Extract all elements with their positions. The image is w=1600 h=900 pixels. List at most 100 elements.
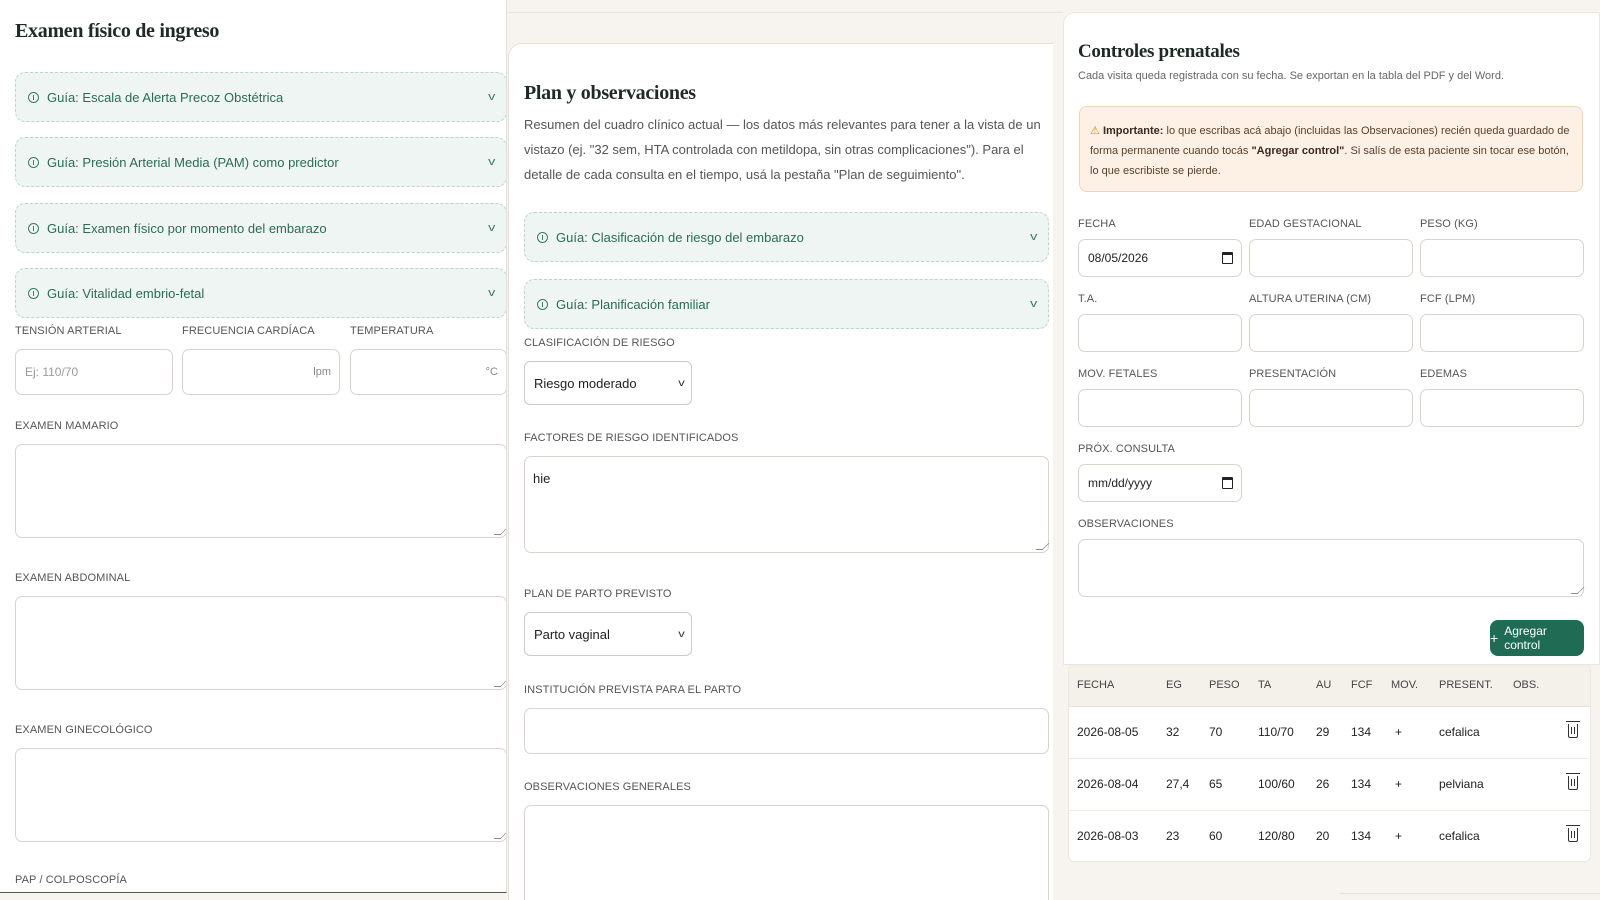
cell-eg: 27,4 xyxy=(1166,777,1190,791)
institucion-input[interactable] xyxy=(524,708,1049,754)
th-ta: TA xyxy=(1258,679,1272,691)
ta-label: T.A. xyxy=(1078,293,1098,305)
edad-gestacional-input[interactable] xyxy=(1249,239,1413,277)
table-row: 2026-08-03 23 60 120/80 20 134 + cefalic… xyxy=(1069,811,1590,861)
fecha-value: 08/05/2026 xyxy=(1088,251,1149,265)
prox-consulta-value: mm/dd/yyyy xyxy=(1088,476,1153,490)
trash-icon[interactable] xyxy=(1566,773,1580,790)
trash-icon[interactable] xyxy=(1566,721,1580,738)
observaciones-generales-textarea[interactable] xyxy=(524,805,1049,900)
info-icon xyxy=(537,231,548,243)
guide-escala-alerta[interactable]: Guía: Escala de Alerta Precoz Obstétrica… xyxy=(15,72,506,122)
cell-fecha: 2026-08-05 xyxy=(1077,725,1139,739)
ta-input[interactable] xyxy=(1078,314,1242,352)
cell-peso: 65 xyxy=(1209,777,1223,791)
cell-fecha: 2026-08-04 xyxy=(1077,777,1139,791)
temperatura-input[interactable]: °C xyxy=(350,349,506,395)
cell-peso: 60 xyxy=(1209,829,1223,843)
guide-label: Guía: Clasificación de riesgo del embara… xyxy=(556,229,804,245)
lpm-unit: lpm xyxy=(313,366,331,378)
cell-present: cefalica xyxy=(1439,725,1480,739)
guide-label: Guía: Vitalidad embrio-fetal xyxy=(47,285,205,301)
edemas-label: EDEMAS xyxy=(1420,368,1468,380)
mov-fetales-input[interactable] xyxy=(1078,389,1242,427)
controles-title: Controles prenatales xyxy=(1078,41,1240,62)
guide-pam-predictor[interactable]: Guía: Presión Arterial Media (PAM) como … xyxy=(15,137,506,187)
temperatura-label: TEMPERATURA xyxy=(350,325,434,337)
observaciones-textarea[interactable] xyxy=(1078,539,1584,597)
plus-icon: + xyxy=(1490,630,1499,646)
pap-label: PAP / COLPOSCOPÍA xyxy=(15,874,127,886)
factores-label: FACTORES DE RIESGO IDENTIFICADOS xyxy=(524,432,739,444)
tension-input[interactable]: Ej: 110/70 xyxy=(15,349,173,395)
th-obs: OBS. xyxy=(1513,679,1540,691)
tension-label: TENSIÓN ARTERIAL xyxy=(15,325,122,337)
guide-label: Guía: Examen físico por momento del emba… xyxy=(47,220,327,236)
peso-input[interactable] xyxy=(1420,239,1584,277)
info-icon xyxy=(28,222,39,234)
riesgo-select[interactable]: Riesgo moderado v xyxy=(524,361,692,405)
fecha-input[interactable]: 08/05/2026 xyxy=(1078,239,1242,277)
guide-planificacion-familiar[interactable]: Guía: Planificación familiar v xyxy=(524,279,1049,329)
abdominal-textarea[interactable] xyxy=(15,596,506,690)
th-fcf: FCF xyxy=(1351,679,1373,691)
cell-fcf: 134 xyxy=(1351,829,1372,843)
frecuencia-label: FRECUENCIA CARDÍACA xyxy=(182,325,315,337)
guide-vitalidad[interactable]: Guía: Vitalidad embrio-fetal v xyxy=(15,268,506,318)
mamario-textarea[interactable] xyxy=(15,444,506,538)
cell-ta: 120/80 xyxy=(1258,829,1295,843)
presentacion-label: PRESENTACIÓN xyxy=(1249,368,1337,380)
table-row: 2026-08-04 27,4 65 100/60 26 134 + pelvi… xyxy=(1069,759,1590,811)
fcf-label: FCF (LPM) xyxy=(1420,293,1476,305)
riesgo-label: CLASIFICACIÓN DE RIESGO xyxy=(524,337,675,349)
controles-table: FECHA EG PESO TA AU FCF MOV. PRESENT. OB… xyxy=(1068,664,1591,862)
institucion-label: INSTITUCIÓN PREVISTA PARA EL PARTO xyxy=(524,684,742,696)
fcf-input[interactable] xyxy=(1420,314,1584,352)
prox-consulta-label: PRÓX. CONSULTA xyxy=(1078,443,1175,455)
cell-au: 29 xyxy=(1316,725,1330,739)
altura-uterina-input[interactable] xyxy=(1249,314,1413,352)
fecha-label: FECHA xyxy=(1078,218,1116,230)
table-header: FECHA EG PESO TA AU FCF MOV. PRESENT. OB… xyxy=(1069,665,1590,707)
chevron-down-icon: v xyxy=(1029,231,1037,243)
edemas-input[interactable] xyxy=(1420,389,1584,427)
edad-label: EDAD GESTACIONAL xyxy=(1249,218,1362,230)
cell-mov: + xyxy=(1395,777,1403,791)
panel-divider xyxy=(508,12,1063,13)
altura-label: ALTURA UTERINA (CM) xyxy=(1249,293,1372,305)
cell-au: 20 xyxy=(1316,829,1330,843)
factores-textarea[interactable]: hie xyxy=(524,456,1049,553)
guide-clasificacion-riesgo[interactable]: Guía: Clasificación de riesgo del embara… xyxy=(524,212,1049,262)
cell-ta: 110/70 xyxy=(1258,725,1294,739)
factores-value: hie xyxy=(533,471,551,486)
trash-icon[interactable] xyxy=(1566,825,1580,842)
chevron-down-icon: v xyxy=(487,287,495,299)
calendar-icon[interactable] xyxy=(1222,477,1233,489)
examen-fisico-title: Examen físico de ingreso xyxy=(15,20,220,42)
observaciones-label: OBSERVACIONES xyxy=(1078,518,1174,530)
info-icon xyxy=(28,156,39,168)
cell-eg: 23 xyxy=(1166,829,1180,843)
presentacion-input[interactable] xyxy=(1249,389,1413,427)
observaciones-generales-label: OBSERVACIONES GENERALES xyxy=(524,781,691,793)
warning-icon: ⚠ xyxy=(1090,125,1100,137)
cell-mov: + xyxy=(1395,829,1403,843)
cell-present: cefalica xyxy=(1439,829,1480,843)
guide-examen-momento[interactable]: Guía: Examen físico por momento del emba… xyxy=(15,203,506,253)
prox-consulta-input[interactable]: mm/dd/yyyy xyxy=(1078,464,1242,502)
info-icon xyxy=(28,91,39,103)
cell-fecha: 2026-08-03 xyxy=(1077,829,1139,843)
warning-bold-1: Importante: xyxy=(1102,125,1164,137)
chevron-down-icon: v xyxy=(487,156,495,168)
calendar-icon[interactable] xyxy=(1222,252,1233,264)
parto-select[interactable]: Parto vaginal v xyxy=(524,612,692,656)
info-icon xyxy=(537,298,548,310)
warning-box: ⚠ Importante: lo que escribas acá abajo … xyxy=(1079,106,1583,192)
frecuencia-input[interactable]: lpm xyxy=(182,349,340,395)
abdominal-label: EXAMEN ABDOMINAL xyxy=(15,572,131,584)
agregar-control-label: Agregar control xyxy=(1504,624,1547,652)
ginecologico-textarea[interactable] xyxy=(15,748,506,842)
agregar-control-button[interactable]: + Agregar control xyxy=(1490,620,1584,656)
th-present: PRESENT. xyxy=(1439,679,1493,691)
guide-label: Guía: Presión Arterial Media (PAM) como … xyxy=(47,154,339,170)
